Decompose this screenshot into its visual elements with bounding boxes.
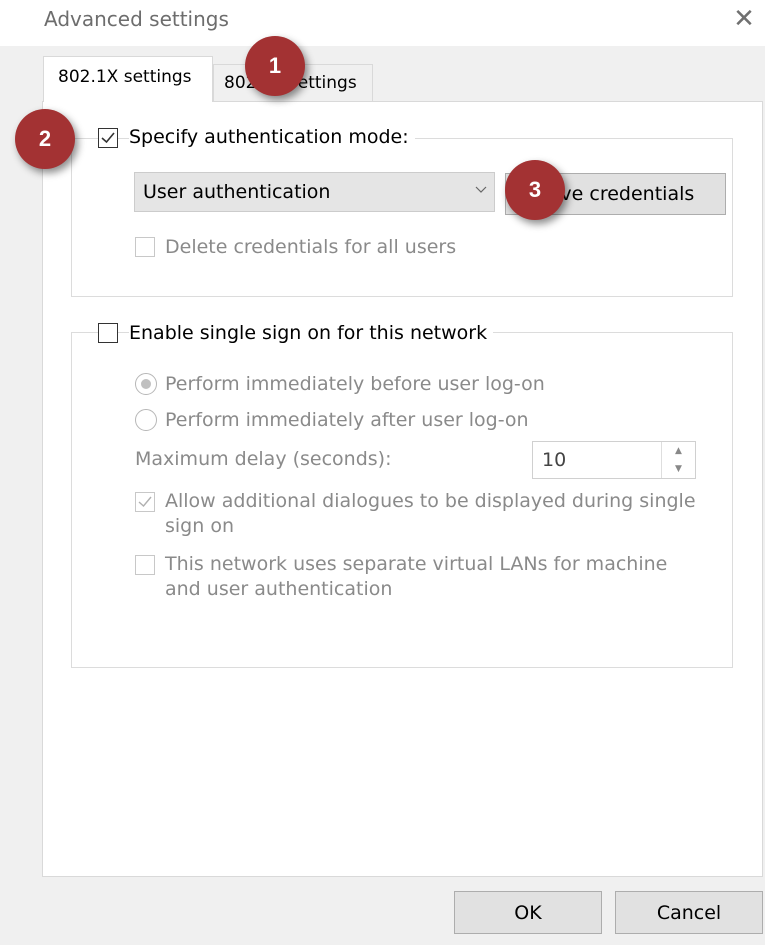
close-icon[interactable]: ✕ bbox=[724, 2, 764, 36]
stepper-down-icon: ▼ bbox=[675, 464, 682, 474]
checkmark-icon bbox=[138, 496, 152, 508]
auth-mode-select[interactable]: User authentication bbox=[134, 172, 495, 212]
callout-badge-3: 3 bbox=[505, 160, 565, 220]
auth-mode-group bbox=[71, 138, 733, 297]
allow-dialogues-label-line2: sign on bbox=[165, 515, 240, 537]
allow-dialogues-label-line1: Allow additional dialogues to be display… bbox=[165, 490, 702, 512]
auth-mode-selected-value: User authentication bbox=[143, 181, 331, 203]
delete-credentials-label: Delete credentials for all users bbox=[165, 236, 463, 258]
perform-after-radio bbox=[135, 409, 157, 431]
separate-vlans-label-line2: and user authentication bbox=[165, 578, 399, 600]
max-delay-value: 10 bbox=[542, 449, 567, 471]
radio-selected-dot bbox=[141, 379, 151, 389]
stepper-up-icon: ▲ bbox=[675, 446, 682, 456]
tab-8021x-settings[interactable]: 802.1X settings bbox=[43, 56, 213, 102]
enable-sso-label: Enable single sign on for this network bbox=[129, 322, 494, 344]
stepper-buttons: ▲ ▼ bbox=[661, 442, 695, 478]
ok-button[interactable]: OK bbox=[454, 891, 602, 934]
perform-after-label: Perform immediately after user log-on bbox=[165, 409, 535, 431]
specify-auth-mode-label: Specify authentication mode: bbox=[129, 126, 415, 148]
window-title: Advanced settings bbox=[44, 7, 229, 31]
delete-credentials-checkbox bbox=[135, 237, 155, 257]
max-delay-stepper: 10 ▲ ▼ bbox=[532, 441, 696, 479]
chevron-down-icon bbox=[475, 186, 487, 193]
separate-vlans-checkbox bbox=[135, 555, 155, 575]
title-bar: Advanced settings ✕ bbox=[0, 0, 765, 46]
cancel-button[interactable]: Cancel bbox=[615, 891, 763, 934]
perform-before-radio bbox=[135, 373, 157, 395]
allow-dialogues-checkbox bbox=[135, 492, 155, 512]
specify-auth-mode-checkbox[interactable] bbox=[98, 128, 118, 148]
callout-badge-2: 2 bbox=[15, 109, 75, 169]
separate-vlans-label-line1: This network uses separate virtual LANs … bbox=[165, 553, 674, 575]
enable-sso-checkbox[interactable] bbox=[98, 323, 118, 343]
max-delay-label: Maximum delay (seconds): bbox=[135, 448, 398, 470]
checkmark-icon bbox=[101, 132, 115, 144]
callout-badge-1: 1 bbox=[245, 36, 305, 96]
perform-before-label: Perform immediately before user log-on bbox=[165, 373, 551, 395]
